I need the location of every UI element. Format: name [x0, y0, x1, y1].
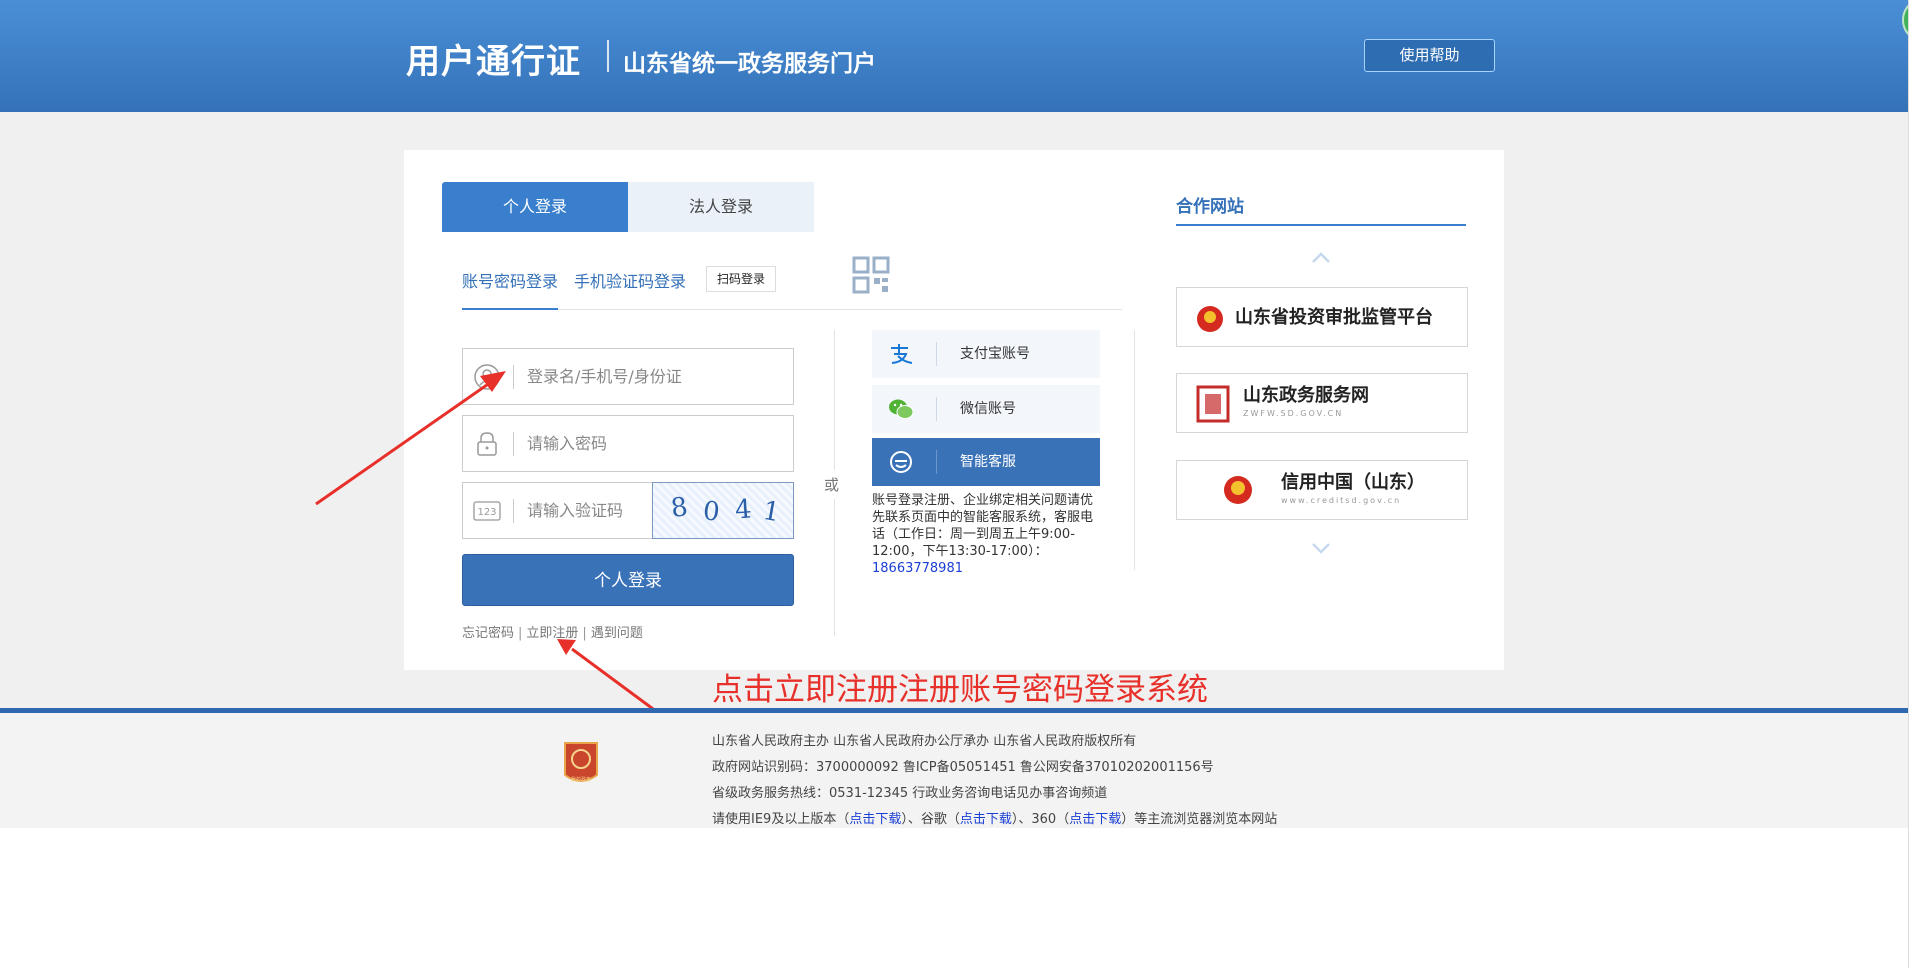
footer-line-3: 省级政务服务热线：0531-12345 行政业务咨询电话见办事咨询频道 — [712, 786, 1108, 801]
user-icon — [474, 364, 500, 390]
tab-account-password[interactable]: 账号密码登录 — [462, 268, 559, 310]
service-phone: 18663778981 — [872, 561, 963, 576]
password-input[interactable] — [527, 416, 777, 471]
national-emblem-icon — [1197, 306, 1223, 332]
captcha-char: 0 — [701, 496, 722, 528]
service-notice: 账号登录注册、企业绑定相关问题请优先联系页面中的智能客服系统，客服电话（工作日：… — [872, 492, 1100, 577]
partner-url: www.creditsd.gov.cn — [1281, 496, 1402, 505]
item-separator — [936, 450, 937, 474]
alipay-login-button[interactable]: 支付宝账号 — [872, 330, 1100, 378]
footer-line-4: 请使用IE9及以上版本（点击下载）、谷歌（点击下载）、360（点击下载）等主流浏… — [712, 807, 1277, 833]
brand-title: 用户通行证 — [406, 42, 581, 82]
footer-line-1: 山东省人民政府主办 山东省人民政府办公厅承办 山东省人民政府版权所有 — [712, 734, 1137, 749]
national-emblem-icon — [1224, 476, 1252, 504]
chevron-down-icon[interactable] — [1311, 542, 1331, 556]
partner-name: 山东省投资审批监管平台 — [1235, 307, 1433, 328]
tab-scan-login[interactable]: 扫码登录 — [706, 266, 777, 292]
browser-360-text: ）、360（ — [1011, 812, 1070, 827]
login-links: 忘记密码 | 立即注册 | 遇到问题 — [462, 622, 643, 641]
browser-suffix-text: ）等主流浏览器浏览本网站 — [1121, 812, 1278, 827]
browser-chrome-text: ）、谷歌（ — [901, 812, 960, 827]
smart-service-button[interactable]: 智能客服 — [872, 438, 1100, 486]
brand-separator — [607, 40, 609, 72]
field-separator — [513, 499, 514, 523]
wechat-icon — [889, 399, 914, 419]
smart-service-label: 智能客服 — [960, 454, 1016, 470]
partner-name: 山东政务服务网 ZWFW.SD.GOV.CN — [1243, 385, 1369, 421]
divider-vertical — [1134, 330, 1135, 570]
tab-sms-code[interactable]: 手机验证码登录 — [574, 268, 686, 292]
browser-ie-text: 请使用IE9及以上版本（ — [712, 812, 850, 827]
partner-investment-platform[interactable]: 山东省投资审批监管平台 — [1176, 287, 1468, 347]
customer-service-icon — [890, 451, 912, 473]
field-separator — [513, 432, 514, 456]
download-chrome-link[interactable]: 点击下载 — [960, 812, 1012, 827]
partner-gov-service-site[interactable]: 山东政务服务网 ZWFW.SD.GOV.CN — [1176, 373, 1468, 433]
captcha-number-icon: 123 — [473, 501, 501, 521]
qr-code-icon[interactable] — [852, 256, 890, 294]
wechat-label: 微信账号 — [960, 401, 1016, 417]
wechat-login-button[interactable]: 微信账号 — [872, 385, 1100, 433]
partner-name-text: 信用中国（山东） — [1281, 472, 1425, 493]
login-method-tabs: 账号密码登录 手机验证码登录 扫码登录 — [462, 256, 1122, 310]
item-separator — [936, 342, 937, 366]
username-input[interactable] — [527, 349, 777, 404]
link-divider: | — [518, 626, 523, 641]
forgot-password-link[interactable]: 忘记密码 — [462, 626, 514, 641]
captcha-char: 4 — [733, 494, 753, 526]
captcha-char: 8 — [668, 491, 690, 525]
annotation-text: 点击立即注册注册账号密码登录系统 — [712, 672, 1208, 708]
partner-credit-china[interactable]: 信用中国（山东） www.creditsd.gov.cn — [1176, 460, 1468, 520]
alipay-icon — [891, 344, 913, 364]
tab-personal-login[interactable]: 个人登录 — [442, 182, 628, 232]
partners-underline — [1176, 224, 1466, 226]
partner-url: ZWFW.SD.GOV.CN — [1243, 409, 1344, 418]
site-header: 用户通行证 山东省统一政务服务门户 使用帮助 — [0, 0, 1908, 112]
login-card: 个人登录 法人登录 账号密码登录 手机验证码登录 扫码登录 登录名/手机号/身份… — [404, 150, 1504, 670]
lock-icon — [477, 432, 497, 456]
download-ie-link[interactable]: 点击下载 — [849, 812, 901, 827]
footer-line-2: 政府网站识别码：3700000092 鲁ICP备05051451 鲁公网安备37… — [712, 760, 1214, 775]
footer-info: 山东省人民政府主办 山东省人民政府办公厅承办 山东省人民政府版权所有 政府网站识… — [712, 729, 1277, 833]
item-separator — [936, 397, 937, 421]
tab-legal-login[interactable]: 法人登录 — [628, 182, 814, 232]
field-separator — [513, 365, 514, 389]
partner-name: 信用中国（山东） www.creditsd.gov.cn — [1281, 472, 1425, 508]
captcha-char: 1 — [760, 495, 783, 529]
partner-name-text: 山东政务服务网 — [1243, 385, 1369, 406]
download-360-link[interactable]: 点击下载 — [1069, 812, 1121, 827]
help-button[interactable]: 使用帮助 — [1364, 39, 1495, 72]
password-field[interactable] — [462, 415, 794, 472]
logo-caption: 我的政务 — [571, 776, 591, 783]
site-footer: 我的政务 山东省人民政府主办 山东省人民政府办公厅承办 山东省人民政府版权所有 … — [0, 713, 1908, 828]
chevron-up-icon[interactable] — [1311, 250, 1331, 264]
or-label: 或 — [824, 470, 840, 499]
my-gov-service-logo: 我的政务 — [564, 742, 598, 783]
partners-title: 合作网站 — [1176, 197, 1244, 217]
alipay-label: 支付宝账号 — [960, 346, 1030, 362]
personal-login-button[interactable]: 个人登录 — [462, 554, 794, 606]
captcha-input[interactable] — [527, 483, 647, 538]
username-field[interactable] — [462, 348, 794, 405]
register-link[interactable]: 立即注册 — [526, 626, 578, 641]
captcha-image[interactable]: 8 0 4 1 — [652, 482, 794, 539]
scrollbar[interactable] — [1908, 0, 1920, 968]
notice-text: 账号登录注册、企业绑定相关问题请优先联系页面中的智能客服系统，客服电话（工作日：… — [872, 493, 1094, 559]
problem-link[interactable]: 遇到问题 — [591, 626, 643, 641]
gov-service-seal-icon — [1196, 385, 1230, 423]
captcha-field[interactable]: 123 — [462, 482, 654, 539]
brand-subtitle: 山东省统一政务服务门户 — [623, 51, 876, 77]
captcha-icon-text: 123 — [477, 507, 496, 518]
link-divider: | — [582, 626, 587, 641]
